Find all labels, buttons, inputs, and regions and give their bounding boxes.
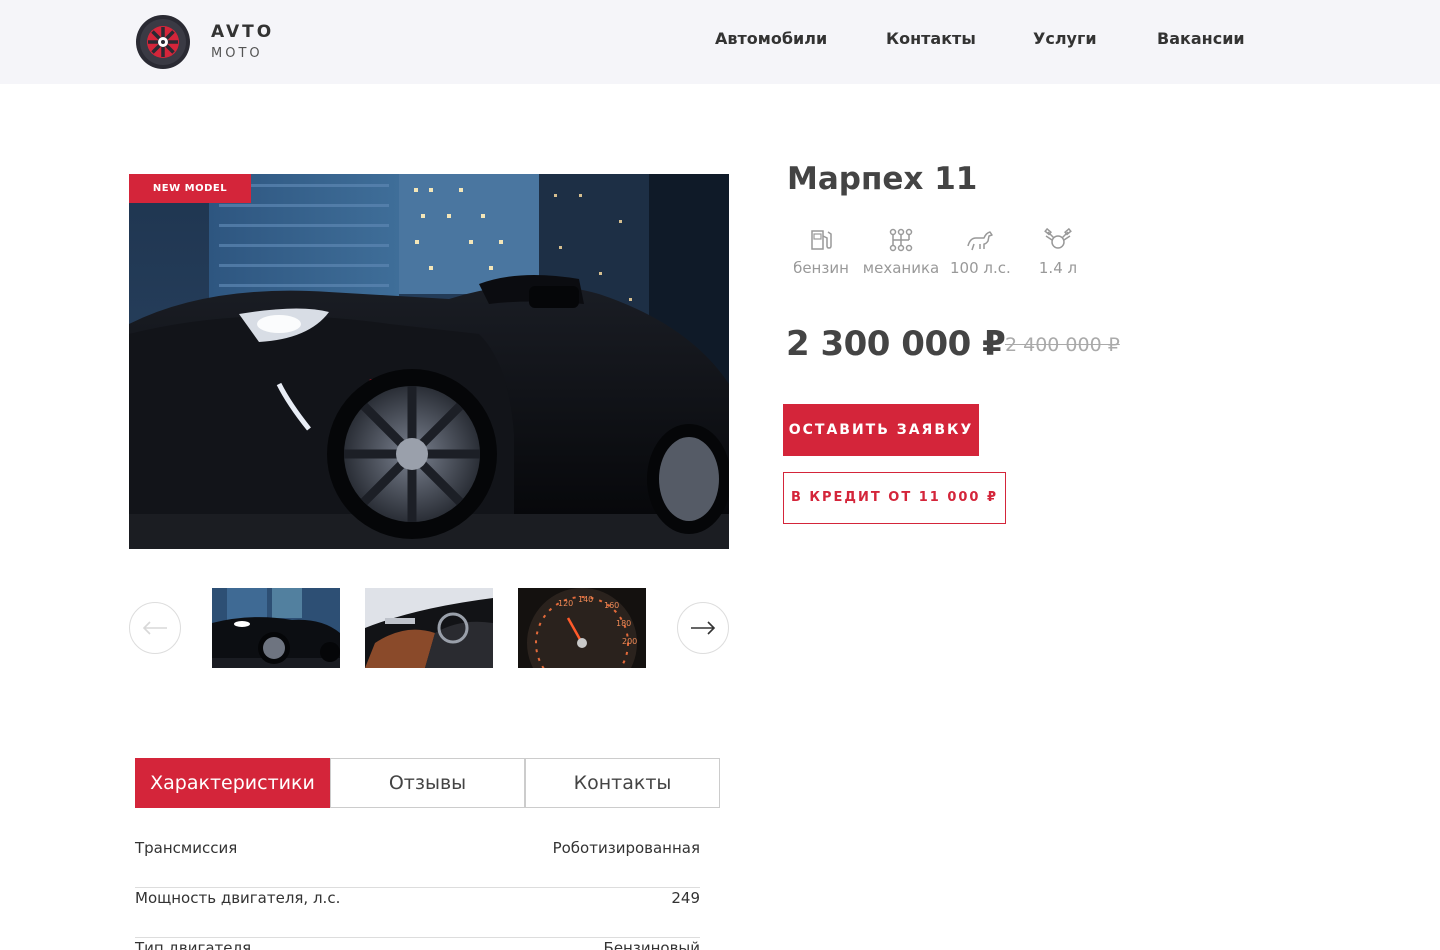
row-value: Бензиновый xyxy=(603,939,700,950)
current-price: 2 300 000 ₽ xyxy=(786,324,1006,364)
table-row: Трансмиссия Роботизированная xyxy=(135,838,700,888)
new-model-badge: NEW MODEL xyxy=(129,174,251,203)
spec-transmission: механика xyxy=(862,226,940,278)
svg-text:120: 120 xyxy=(558,599,573,608)
table-row: Тип двигателя Бензиновый xyxy=(135,938,700,950)
spec-fuel: бензин xyxy=(789,226,853,278)
brand-logo-text[interactable]: AVTO MOTO xyxy=(211,22,274,63)
tab-contacts[interactable]: Контакты xyxy=(525,758,720,808)
credit-button[interactable]: В КРЕДИТ ОТ 11 000 ₽ xyxy=(783,472,1006,524)
spec-power: 100 л.с. xyxy=(950,226,1011,278)
spec-fuel-label: бензин xyxy=(793,259,849,277)
site-header: AVTO MOTO Автомобили Контакты Услуги Вак… xyxy=(0,0,1440,84)
gearbox-icon xyxy=(889,228,913,252)
svg-text:160: 160 xyxy=(604,601,619,610)
engine-icon xyxy=(1044,227,1072,249)
nav-link-vacancies[interactable]: Вакансии xyxy=(1157,29,1245,49)
brand-name-bottom: MOTO xyxy=(211,46,263,61)
gallery-next-button[interactable] xyxy=(677,602,729,654)
svg-text:140: 140 xyxy=(578,595,593,604)
spec-transmission-label: механика xyxy=(862,259,940,277)
gallery-prev-button[interactable] xyxy=(129,602,181,654)
row-value: Роботизированная xyxy=(552,839,700,857)
old-price: 2 400 000 ₽ xyxy=(1005,334,1120,356)
row-value: 249 xyxy=(671,889,700,907)
table-row: Мощность двигателя, л.с. 249 xyxy=(135,888,700,938)
row-key: Мощность двигателя, л.с. xyxy=(135,889,341,907)
row-key: Тип двигателя xyxy=(135,939,252,950)
arrow-left-icon xyxy=(142,621,167,635)
arrow-right-icon xyxy=(691,621,716,635)
spec-engine-volume-label: 1.4 л xyxy=(1038,259,1078,277)
product-title: Марпех 11 xyxy=(787,161,978,197)
tab-characteristics[interactable]: Характеристики xyxy=(135,758,330,808)
submit-request-button[interactable]: ОСТАВИТЬ ЗАЯВКУ xyxy=(783,404,979,456)
thumbnail-speedometer[interactable]: 120 140 160 180 200 xyxy=(518,588,646,668)
thumbnail-car-interior[interactable] xyxy=(365,588,493,668)
nav-link-cars[interactable]: Автомобили xyxy=(715,29,827,49)
row-key: Трансмиссия xyxy=(135,839,238,857)
svg-text:200: 200 xyxy=(622,637,637,646)
thumbnail-car-exterior[interactable] xyxy=(212,588,340,668)
brand-name-top: AVTO xyxy=(211,22,275,42)
wheel-logo-icon[interactable] xyxy=(135,14,191,70)
nav-link-services[interactable]: Услуги xyxy=(1033,29,1097,49)
fuel-pump-icon xyxy=(811,230,832,250)
svg-text:180: 180 xyxy=(616,619,631,628)
spec-engine-volume: 1.4 л xyxy=(1032,226,1084,278)
tab-reviews[interactable]: Отзывы xyxy=(330,758,525,808)
main-car-photo[interactable] xyxy=(129,174,729,549)
horse-icon xyxy=(967,231,993,251)
nav-link-contacts[interactable]: Контакты xyxy=(886,29,976,49)
spec-power-label: 100 л.с. xyxy=(950,259,1011,277)
